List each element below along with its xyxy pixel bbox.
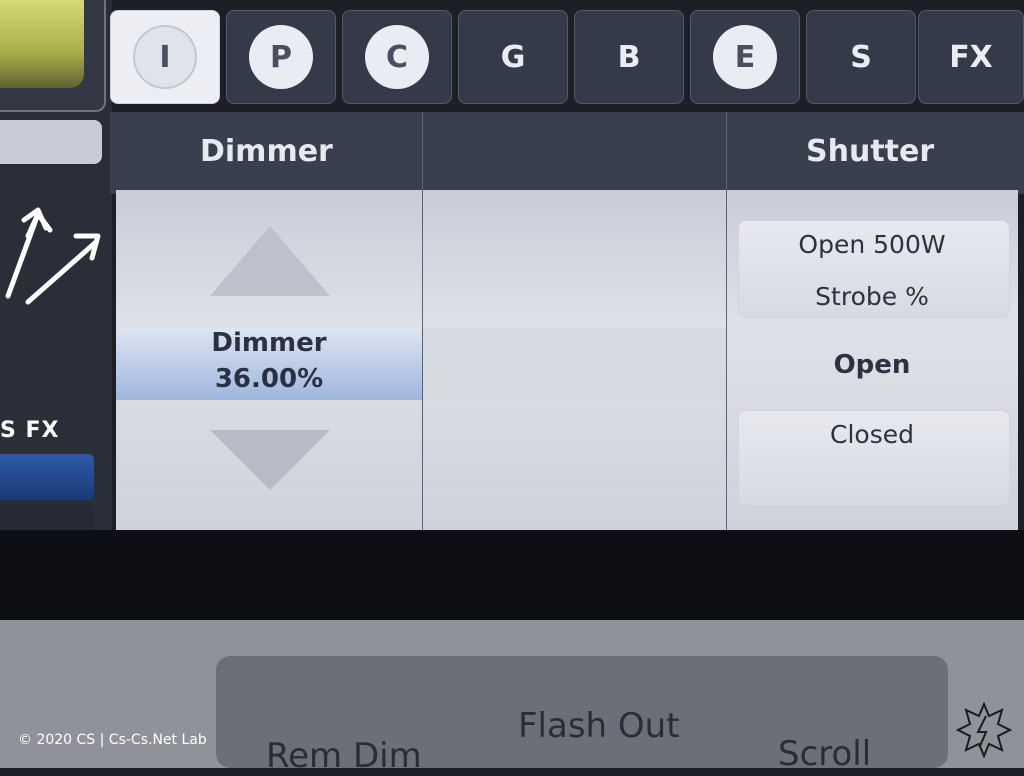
tab-effects[interactable]: E	[690, 10, 800, 104]
shutter-header: Shutter	[806, 134, 935, 169]
scroll-up-arrow-icon[interactable]	[210, 226, 330, 296]
dimmer-param-value: 36.00%	[214, 364, 324, 394]
shutter-option-closed[interactable]: Closed	[726, 420, 1018, 449]
tab-gobo[interactable]: G	[458, 10, 568, 104]
scroll-button-label[interactable]: Scroll	[778, 734, 871, 774]
color-preview-panel[interactable]	[0, 0, 106, 112]
screen-bezel	[0, 530, 1024, 620]
tab-position[interactable]: P	[226, 10, 336, 104]
dimmer-param-name: Dimmer	[211, 328, 327, 358]
watermark-logo-icon	[956, 702, 1012, 758]
tab-color[interactable]: C	[342, 10, 452, 104]
console-button-panel[interactable]: Rem Dim Flash Out Scroll	[216, 656, 948, 776]
tab-shutter[interactable]: S	[806, 10, 916, 104]
tab-beam[interactable]: B	[574, 10, 684, 104]
rem-dim-button-label[interactable]: Rem Dim	[266, 736, 422, 776]
sidebar-button[interactable]	[0, 120, 102, 164]
shutter-option-strobe[interactable]: Strobe %	[726, 282, 1018, 311]
dimmer-column[interactable]: Dimmer 36.00%	[116, 190, 422, 530]
fx-button[interactable]	[0, 454, 94, 500]
copyright-text: © 2020 CS | Cs-Cs.Net Lab	[18, 732, 207, 748]
move-arrows-icon[interactable]	[0, 196, 110, 312]
shutter-option-open-500w[interactable]: Open 500W	[726, 230, 1018, 259]
empty-parameter-column	[422, 328, 726, 400]
tab-intensity[interactable]: I	[110, 10, 220, 104]
fx-label: S FX	[0, 418, 60, 443]
color-swatch	[0, 0, 84, 88]
shutter-column[interactable]: Open 500W Strobe % Open Closed	[726, 190, 1018, 530]
scroll-down-arrow-icon[interactable]	[210, 430, 330, 490]
column-divider	[726, 112, 727, 532]
attribute-tab-bar: I P C G B E S FX	[110, 10, 1024, 104]
tab-fx[interactable]: FX	[918, 10, 1024, 104]
shutter-option-selected[interactable]: Open	[726, 350, 1018, 380]
flash-out-button-label[interactable]: Flash Out	[518, 706, 680, 746]
dimmer-header: Dimmer	[200, 134, 333, 169]
column-divider	[422, 112, 423, 532]
